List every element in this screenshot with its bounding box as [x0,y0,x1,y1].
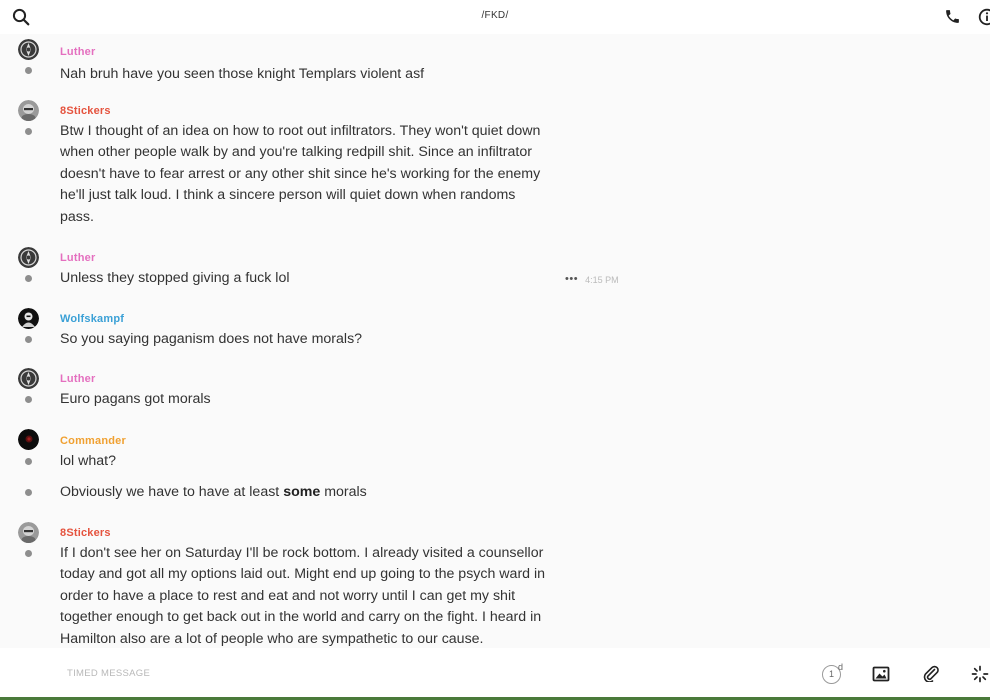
message-dot [25,550,32,557]
message-line: Euro pagans got morals [60,391,211,407]
message-line: So you saying paganism does not have mor… [60,331,363,347]
luther-avatar[interactable] [18,247,39,268]
message-text: Nah bruh have you seen those knight Temp… [60,64,560,85]
sender-name[interactable]: Luther [60,373,95,385]
message-line: Hamilton also are a lot of people who ar… [60,630,484,647]
message-text: If I don't see her on Saturday I'll be r… [60,543,590,648]
message-meta: ••• 4:15 PM [565,273,619,285]
message-line: together enough to get back out in the w… [60,609,542,626]
message-dot [25,275,32,282]
sender-name[interactable]: 8Stickers [60,527,111,539]
message-input[interactable]: TIMED MESSAGE [67,668,150,679]
message-line: Btw I thought of an idea on how to root … [60,123,541,139]
message-line: Unless they stopped giving a fuck lol [60,270,290,286]
message-line: today and got all my options laid out. M… [60,566,546,583]
message-dot [25,458,32,465]
sender-name[interactable]: Commander [60,435,126,447]
info-icon[interactable] [978,8,990,26]
sender-name[interactable]: Luther [60,46,95,58]
message-text: So you saying paganism does not have mor… [60,329,560,350]
message-dot [25,128,32,135]
message-dot [25,489,32,496]
message-line: Nah bruh have you seen those knight Temp… [60,66,425,82]
sender-name[interactable]: Luther [60,252,95,264]
luther-avatar[interactable] [18,39,39,60]
8stickers-avatar[interactable] [18,522,39,543]
message-dot [25,336,32,343]
sparkle-icon[interactable] [971,665,989,683]
message-text-part: Obviously we have to have at least [60,484,284,500]
phone-icon[interactable] [944,8,961,25]
message-dot [25,67,32,74]
message-timestamp: 4:15 PM [585,275,619,285]
timer-unit: d [838,662,844,672]
8stickers-avatar[interactable] [18,100,39,121]
message-feed[interactable]: Luther Nah bruh have you seen those knig… [0,34,990,648]
message-dot [25,396,32,403]
more-options-icon[interactable]: ••• [565,273,578,285]
message-line: pass. [60,208,94,225]
sender-name[interactable]: 8Stickers [60,105,111,117]
message-line: when other people walk by and you're tal… [60,144,532,161]
message-line: If I don't see her on Saturday I'll be r… [60,545,544,561]
message-text-bold: some [283,484,321,500]
message-text: Btw I thought of an idea on how to root … [60,121,580,228]
message-line: he'll just talk loud. I think a sincere … [60,187,516,204]
paperclip-icon[interactable] [922,664,940,682]
commander-avatar[interactable] [18,429,39,450]
message-line: order to have a place to rest and eat an… [60,587,516,604]
conversation-title[interactable]: /FKD/ [0,10,990,21]
message-text-part: morals [320,484,367,500]
sender-name[interactable]: Wolfskampf [60,313,124,325]
message-line: doesn't have to fear arrest or any other… [60,165,541,182]
image-icon[interactable] [872,665,890,683]
message-line: lol what? [60,453,116,469]
luther-avatar[interactable] [18,368,39,389]
composer-bar: TIMED MESSAGE 1 d [0,648,990,700]
message-text: Unless they stopped giving a fuck lol [60,268,560,289]
wolfskampf-avatar[interactable] [18,308,39,329]
message-text: Euro pagans got morals [60,389,560,410]
message-text: Obviously we have to have at least some … [60,482,560,503]
message-text: lol what? [60,451,560,472]
top-bar: /FKD/ [0,0,990,34]
